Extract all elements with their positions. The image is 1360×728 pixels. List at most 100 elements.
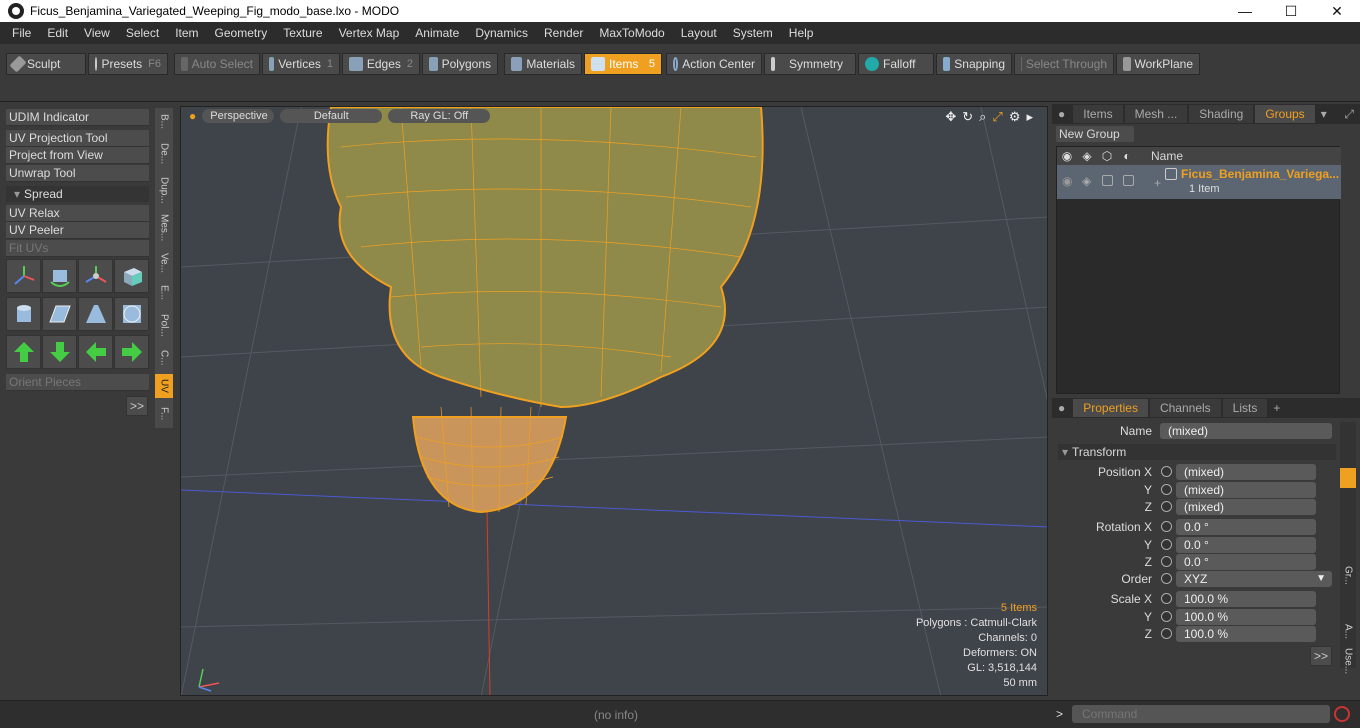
move-view-icon[interactable]: ✥	[945, 109, 956, 125]
symmetry-button[interactable]: Symmetry	[764, 53, 856, 75]
tab-curve[interactable]: C...	[155, 344, 173, 372]
tab-mesh[interactable]: Mesh ...	[1124, 105, 1188, 123]
command-input[interactable]	[1072, 705, 1330, 723]
tab-groups[interactable]: Groups	[1255, 105, 1315, 123]
uv-sphere-icon[interactable]	[114, 297, 149, 331]
unwrap-tool-button[interactable]: Unwrap Tool	[6, 165, 149, 182]
raygl-dropdown[interactable]: Ray GL: Off	[388, 109, 491, 123]
polygons-button[interactable]: Polygons	[422, 53, 498, 75]
new-group-button[interactable]: New Group	[1056, 126, 1134, 142]
select-through-button[interactable]: Select Through	[1014, 53, 1114, 75]
row-eye-icon[interactable]: ◉	[1062, 174, 1072, 188]
props-menu-dot[interactable]: ●	[1058, 401, 1065, 415]
arrow-up-icon[interactable]	[6, 335, 41, 369]
tab-edge[interactable]: E...	[155, 280, 173, 306]
rotation-x-radio[interactable]	[1161, 521, 1172, 532]
vertices-button[interactable]: Vertices 1	[262, 53, 340, 75]
more-tools-button[interactable]: >>	[126, 396, 148, 416]
uv-transform-icon[interactable]	[78, 259, 113, 293]
menu-view[interactable]: View	[76, 26, 118, 40]
menu-texture[interactable]: Texture	[275, 26, 330, 40]
select-icon[interactable]: ◐	[1117, 149, 1137, 163]
add-tab-button[interactable]: +	[1273, 401, 1280, 415]
arrow-left-icon[interactable]	[78, 335, 113, 369]
uv-rotate-icon[interactable]	[42, 259, 77, 293]
project-from-view-button[interactable]: Project from View	[6, 147, 149, 164]
menu-edit[interactable]: Edit	[39, 26, 76, 40]
expand-icon[interactable]: ⤢	[1344, 107, 1354, 122]
record-icon[interactable]	[1334, 706, 1350, 722]
position-y-radio[interactable]	[1161, 484, 1172, 495]
uv-projection-tool-button[interactable]: UV Projection Tool	[6, 130, 149, 147]
row-select-checkbox[interactable]	[1123, 175, 1134, 186]
shading-dropdown[interactable]: Default	[280, 109, 383, 123]
tab-duplicate[interactable]: Dup...	[155, 172, 173, 208]
tab-uv[interactable]: UV	[155, 374, 173, 398]
position-x-field[interactable]: (mixed)	[1176, 464, 1316, 480]
auto-select-button[interactable]: Auto Select	[174, 53, 260, 75]
snapping-button[interactable]: Snapping	[936, 53, 1012, 75]
edges-button[interactable]: Edges 2	[342, 53, 420, 75]
scale-y-radio[interactable]	[1161, 611, 1172, 622]
lock-icon[interactable]: ⬡	[1097, 149, 1117, 163]
view-type-dropdown[interactable]: Perspective	[202, 109, 275, 123]
gear-icon[interactable]: ⚙	[1009, 109, 1021, 125]
arrow-right-icon[interactable]	[114, 335, 149, 369]
menu-render[interactable]: Render	[536, 26, 591, 40]
menu-item[interactable]: Item	[167, 26, 206, 40]
materials-button[interactable]: Materials	[504, 53, 582, 75]
uv-plane-icon[interactable]	[42, 297, 77, 331]
position-x-radio[interactable]	[1161, 466, 1172, 477]
scale-x-field[interactable]: 100.0 %	[1176, 591, 1316, 607]
rotation-y-radio[interactable]	[1161, 539, 1172, 550]
order-radio[interactable]	[1161, 573, 1172, 584]
scale-y-field[interactable]: 100.0 %	[1176, 609, 1316, 625]
side-tab-active[interactable]	[1340, 468, 1356, 488]
tab-basic[interactable]: B...	[155, 108, 173, 136]
spread-section[interactable]: ▾ Spread	[6, 186, 149, 202]
rotation-y-field[interactable]: 0.0 °	[1176, 537, 1316, 553]
menu-layout[interactable]: Layout	[673, 26, 725, 40]
uv-relax-button[interactable]: UV Relax	[6, 205, 149, 222]
tab-fusion[interactable]: F...	[155, 400, 173, 428]
scale-z-radio[interactable]	[1161, 628, 1172, 639]
tab-polygon[interactable]: Pol...	[155, 308, 173, 342]
close-button[interactable]: ✕	[1314, 0, 1360, 22]
workplane-button[interactable]: WorkPlane	[1116, 53, 1200, 75]
fit-view-icon[interactable]: ⤢	[992, 109, 1002, 125]
name-field[interactable]: (mixed)	[1160, 423, 1332, 439]
rotation-z-field[interactable]: 0.0 °	[1176, 554, 1316, 570]
uv-cube-icon[interactable]	[114, 259, 149, 293]
more-props-button[interactable]: >>	[1310, 646, 1332, 666]
menu-help[interactable]: Help	[781, 26, 822, 40]
panel-menu-dot[interactable]: ●	[1058, 107, 1065, 121]
falloff-button[interactable]: Falloff	[858, 53, 934, 75]
rotate-view-icon[interactable]: ↻	[962, 109, 973, 125]
expand-plus-icon[interactable]: +	[1154, 176, 1161, 190]
uv-cylinder-icon[interactable]	[6, 297, 41, 331]
scale-z-field[interactable]: 100.0 %	[1176, 626, 1316, 642]
minimize-button[interactable]: —	[1222, 0, 1268, 22]
visibility-eye-icon[interactable]: ◉	[1057, 149, 1077, 163]
side-tab-groups[interactable]: Gr...	[1340, 562, 1356, 588]
uv-perspective-icon[interactable]	[78, 297, 113, 331]
row-render-icon[interactable]: ◈	[1082, 174, 1091, 188]
position-z-radio[interactable]	[1161, 501, 1172, 512]
position-z-field[interactable]: (mixed)	[1176, 499, 1316, 515]
menu-geometry[interactable]: Geometry	[207, 26, 276, 40]
row-lock-checkbox[interactable]	[1102, 175, 1113, 186]
side-tab-assembly[interactable]: A...	[1340, 622, 1356, 642]
3d-viewport[interactable]: ● Perspective Default Ray GL: Off ✥ ↻ ⌕ …	[180, 106, 1048, 696]
transform-section[interactable]: ▾ Transform	[1058, 444, 1336, 460]
uv-move-icon[interactable]	[6, 259, 41, 293]
tab-vertex[interactable]: Ve...	[155, 248, 173, 278]
menu-animate[interactable]: Animate	[407, 26, 467, 40]
menu-vertex-map[interactable]: Vertex Map	[331, 26, 408, 40]
tab-shading[interactable]: Shading	[1189, 105, 1254, 123]
position-y-field[interactable]: (mixed)	[1176, 482, 1316, 498]
arrow-down-icon[interactable]	[42, 335, 77, 369]
rotation-x-field[interactable]: 0.0 °	[1176, 519, 1316, 535]
tab-deform[interactable]: De...	[155, 138, 173, 170]
tab-properties[interactable]: Properties	[1073, 399, 1148, 417]
scale-x-radio[interactable]	[1161, 593, 1172, 604]
